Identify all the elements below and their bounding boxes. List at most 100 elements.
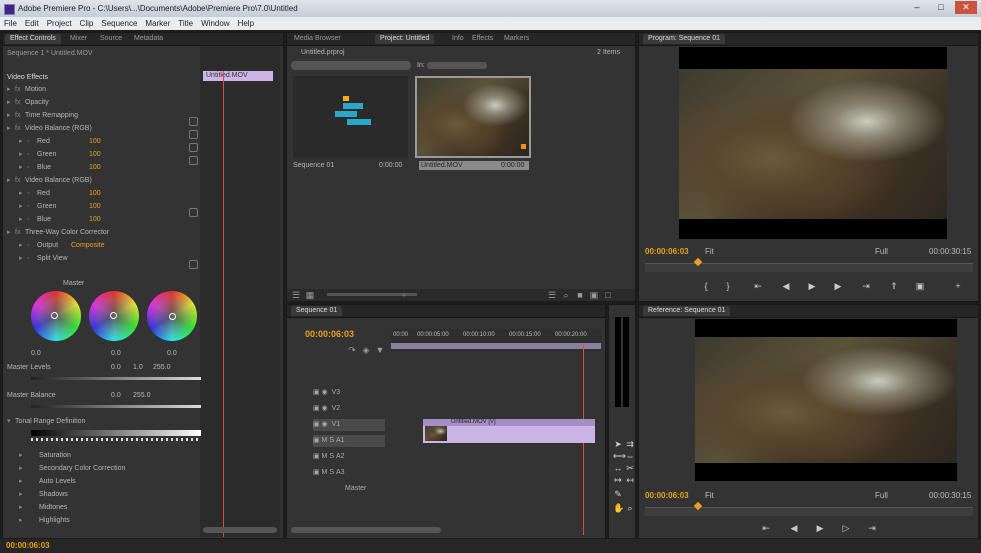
disclosure-triangle-icon[interactable]: ▸ [7,124,15,133]
tab-info[interactable]: Info [447,34,469,44]
disclosure-triangle-icon[interactable]: ▸ [19,490,27,499]
clip-thumbnail[interactable] [415,76,531,158]
tab-metadata[interactable]: Metadata [129,34,168,44]
track-v3[interactable]: ▣ ◉ V3 [313,387,340,399]
effect-row-value[interactable]: 100 [89,215,101,224]
tab-mixer[interactable]: Mixer [65,34,92,44]
ripple-edit-tool-icon[interactable]: ⟷ [613,451,626,461]
tonal-range-gradient[interactable] [31,430,201,436]
reference-video-viewer[interactable] [695,319,957,481]
fx-icon[interactable]: fx [15,111,25,120]
reset-icon[interactable] [189,208,198,217]
go-to-in-icon[interactable]: ⇤ [751,281,765,292]
ref-go-to-in-icon[interactable]: ⇤ [759,523,773,534]
stopwatch-icon[interactable]: ◦ [27,163,37,172]
effect-group-row[interactable]: ▸ Shadows [19,490,68,499]
timeline-clip[interactable]: Untitled.MOV [V] [423,419,595,443]
add-marker-icon[interactable]: ▼ [375,345,385,355]
close-button[interactable]: ✕ [955,1,977,14]
fx-icon[interactable]: fx [15,98,25,107]
go-to-out-icon[interactable]: ⇥ [859,281,873,292]
master-levels-value-2[interactable]: 1.0 [133,363,143,372]
step-back-icon[interactable]: ◀ [779,281,793,292]
add-button-icon[interactable]: + [951,281,965,292]
list-view-icon[interactable]: ☰ [291,290,301,300]
disclosure-triangle-icon[interactable]: ▸ [19,477,27,486]
new-item-icon[interactable]: ▣ [589,290,599,300]
effect-row-value[interactable]: Composite [71,241,104,250]
ref-play-icon[interactable]: ▶ [813,523,827,534]
snap-icon[interactable]: ↷ [347,345,357,355]
effect-group-row[interactable]: ▸ Auto Levels [19,477,76,486]
reset-icon[interactable] [189,156,198,165]
new-bin-icon[interactable]: ■ [575,290,585,300]
disclosure-triangle-icon[interactable]: ▸ [19,464,27,473]
reference-scrubber[interactable] [645,507,973,516]
menu-edit[interactable]: Edit [21,17,43,30]
tab-effects[interactable]: Effects [467,34,498,44]
razor-tool-icon[interactable]: ✂ [625,463,635,473]
disclosure-triangle-icon[interactable]: ▸ [19,241,27,250]
effect-row[interactable]: ▸ fx Video Balance (RGB) [7,176,92,185]
clip-item-name[interactable]: Untitled.MOV 0:00:00 [419,161,529,170]
fx-icon[interactable]: fx [15,176,25,185]
lift-icon[interactable]: ⇑ [887,281,901,292]
master-levels-value-3[interactable]: 255.0 [153,363,171,372]
disclosure-triangle-icon[interactable]: ▸ [19,215,27,224]
maximize-button[interactable]: □ [930,1,952,14]
effect-row-value[interactable]: 100 [89,189,101,198]
reference-timecode[interactable]: 00:00:06:03 [645,491,689,500]
disclosure-triangle-icon[interactable]: ▸ [19,516,27,525]
effect-group-row[interactable]: ▸ Saturation [19,451,71,460]
stopwatch-icon[interactable]: ◦ [27,189,37,198]
disclosure-triangle-icon[interactable]: ▸ [19,254,27,263]
disclosure-triangle-icon[interactable]: ▸ [19,503,27,512]
track-a2[interactable]: ▣ M S A2 [313,451,345,463]
minimize-button[interactable]: – [906,1,928,14]
step-forward-icon[interactable]: ▶​ [831,281,845,292]
tab-project[interactable]: Project: Untitled [375,34,435,44]
disclosure-triangle-icon[interactable]: ▸ [7,228,15,237]
disclosure-triangle-icon[interactable]: ▸ [7,111,15,120]
effect-row[interactable]: ▸ fx Time Remapping [7,111,78,120]
ref-go-to-out-icon[interactable]: ⇥ [865,523,879,534]
track-select-tool-icon[interactable]: ⇉ [625,439,635,449]
menu-sequence[interactable]: Sequence [97,17,141,30]
disclosure-triangle-icon[interactable]: ▸ [19,150,27,159]
clear-icon[interactable]: □ [603,290,613,300]
effect-row-value[interactable]: 100 [89,150,101,159]
effect-parameter-row[interactable]: ▸ ◦ Blue 100 [19,215,101,224]
track-master[interactable]: Master [345,483,366,495]
fx-icon[interactable]: fx [15,124,25,133]
track-a1[interactable]: ▣ M S A1 [313,435,385,447]
midtones-color-wheel[interactable] [89,291,139,341]
disclosure-triangle-icon[interactable]: ▸ [7,85,15,94]
timeline-timecode[interactable]: 00:00:06:03 [305,329,354,339]
menu-marker[interactable]: Marker [141,17,174,30]
effect-playhead[interactable] [223,71,224,537]
menu-file[interactable]: File [0,17,21,30]
effect-parameter-row[interactable]: ▸ ◦ Blue 100 [19,163,101,172]
automate-icon[interactable]: ☰ [547,290,557,300]
master-levels-slider[interactable] [31,377,201,380]
slip-tool-icon[interactable]: ↦ [613,475,623,485]
menu-window[interactable]: Window [197,17,233,30]
mark-out-icon[interactable]: } [721,281,735,292]
stopwatch-icon[interactable]: ◦ [27,137,37,146]
reference-quality[interactable]: Full [875,491,888,500]
timeline-ruler[interactable]: 00:00 00:00:05:00 00:00:10:00 00:00:15:0… [391,329,601,351]
export-frame-icon[interactable]: ▣ [913,281,927,292]
tab-markers[interactable]: Markers [499,34,534,44]
effect-parameter-row[interactable]: ▸ ◦ Output Composite [19,241,104,250]
pen-tool-icon[interactable]: ✎ [613,489,623,499]
tab-reference-monitor[interactable]: Reference: Sequence 01 [643,306,731,316]
program-video-viewer[interactable] [679,47,947,239]
ref-step-forward-icon[interactable]: ▷ [839,523,853,534]
menu-project[interactable]: Project [43,17,76,30]
stopwatch-icon[interactable]: ◦ [27,150,37,159]
find-icon[interactable]: ⌕ [561,290,571,300]
linked-selection-icon[interactable]: ◈ [361,345,371,355]
stopwatch-icon[interactable]: ◦ [27,241,37,250]
disclosure-triangle-icon[interactable]: ▸ [7,176,15,185]
effect-parameter-row[interactable]: ▸ ◦ Split View [19,254,68,263]
